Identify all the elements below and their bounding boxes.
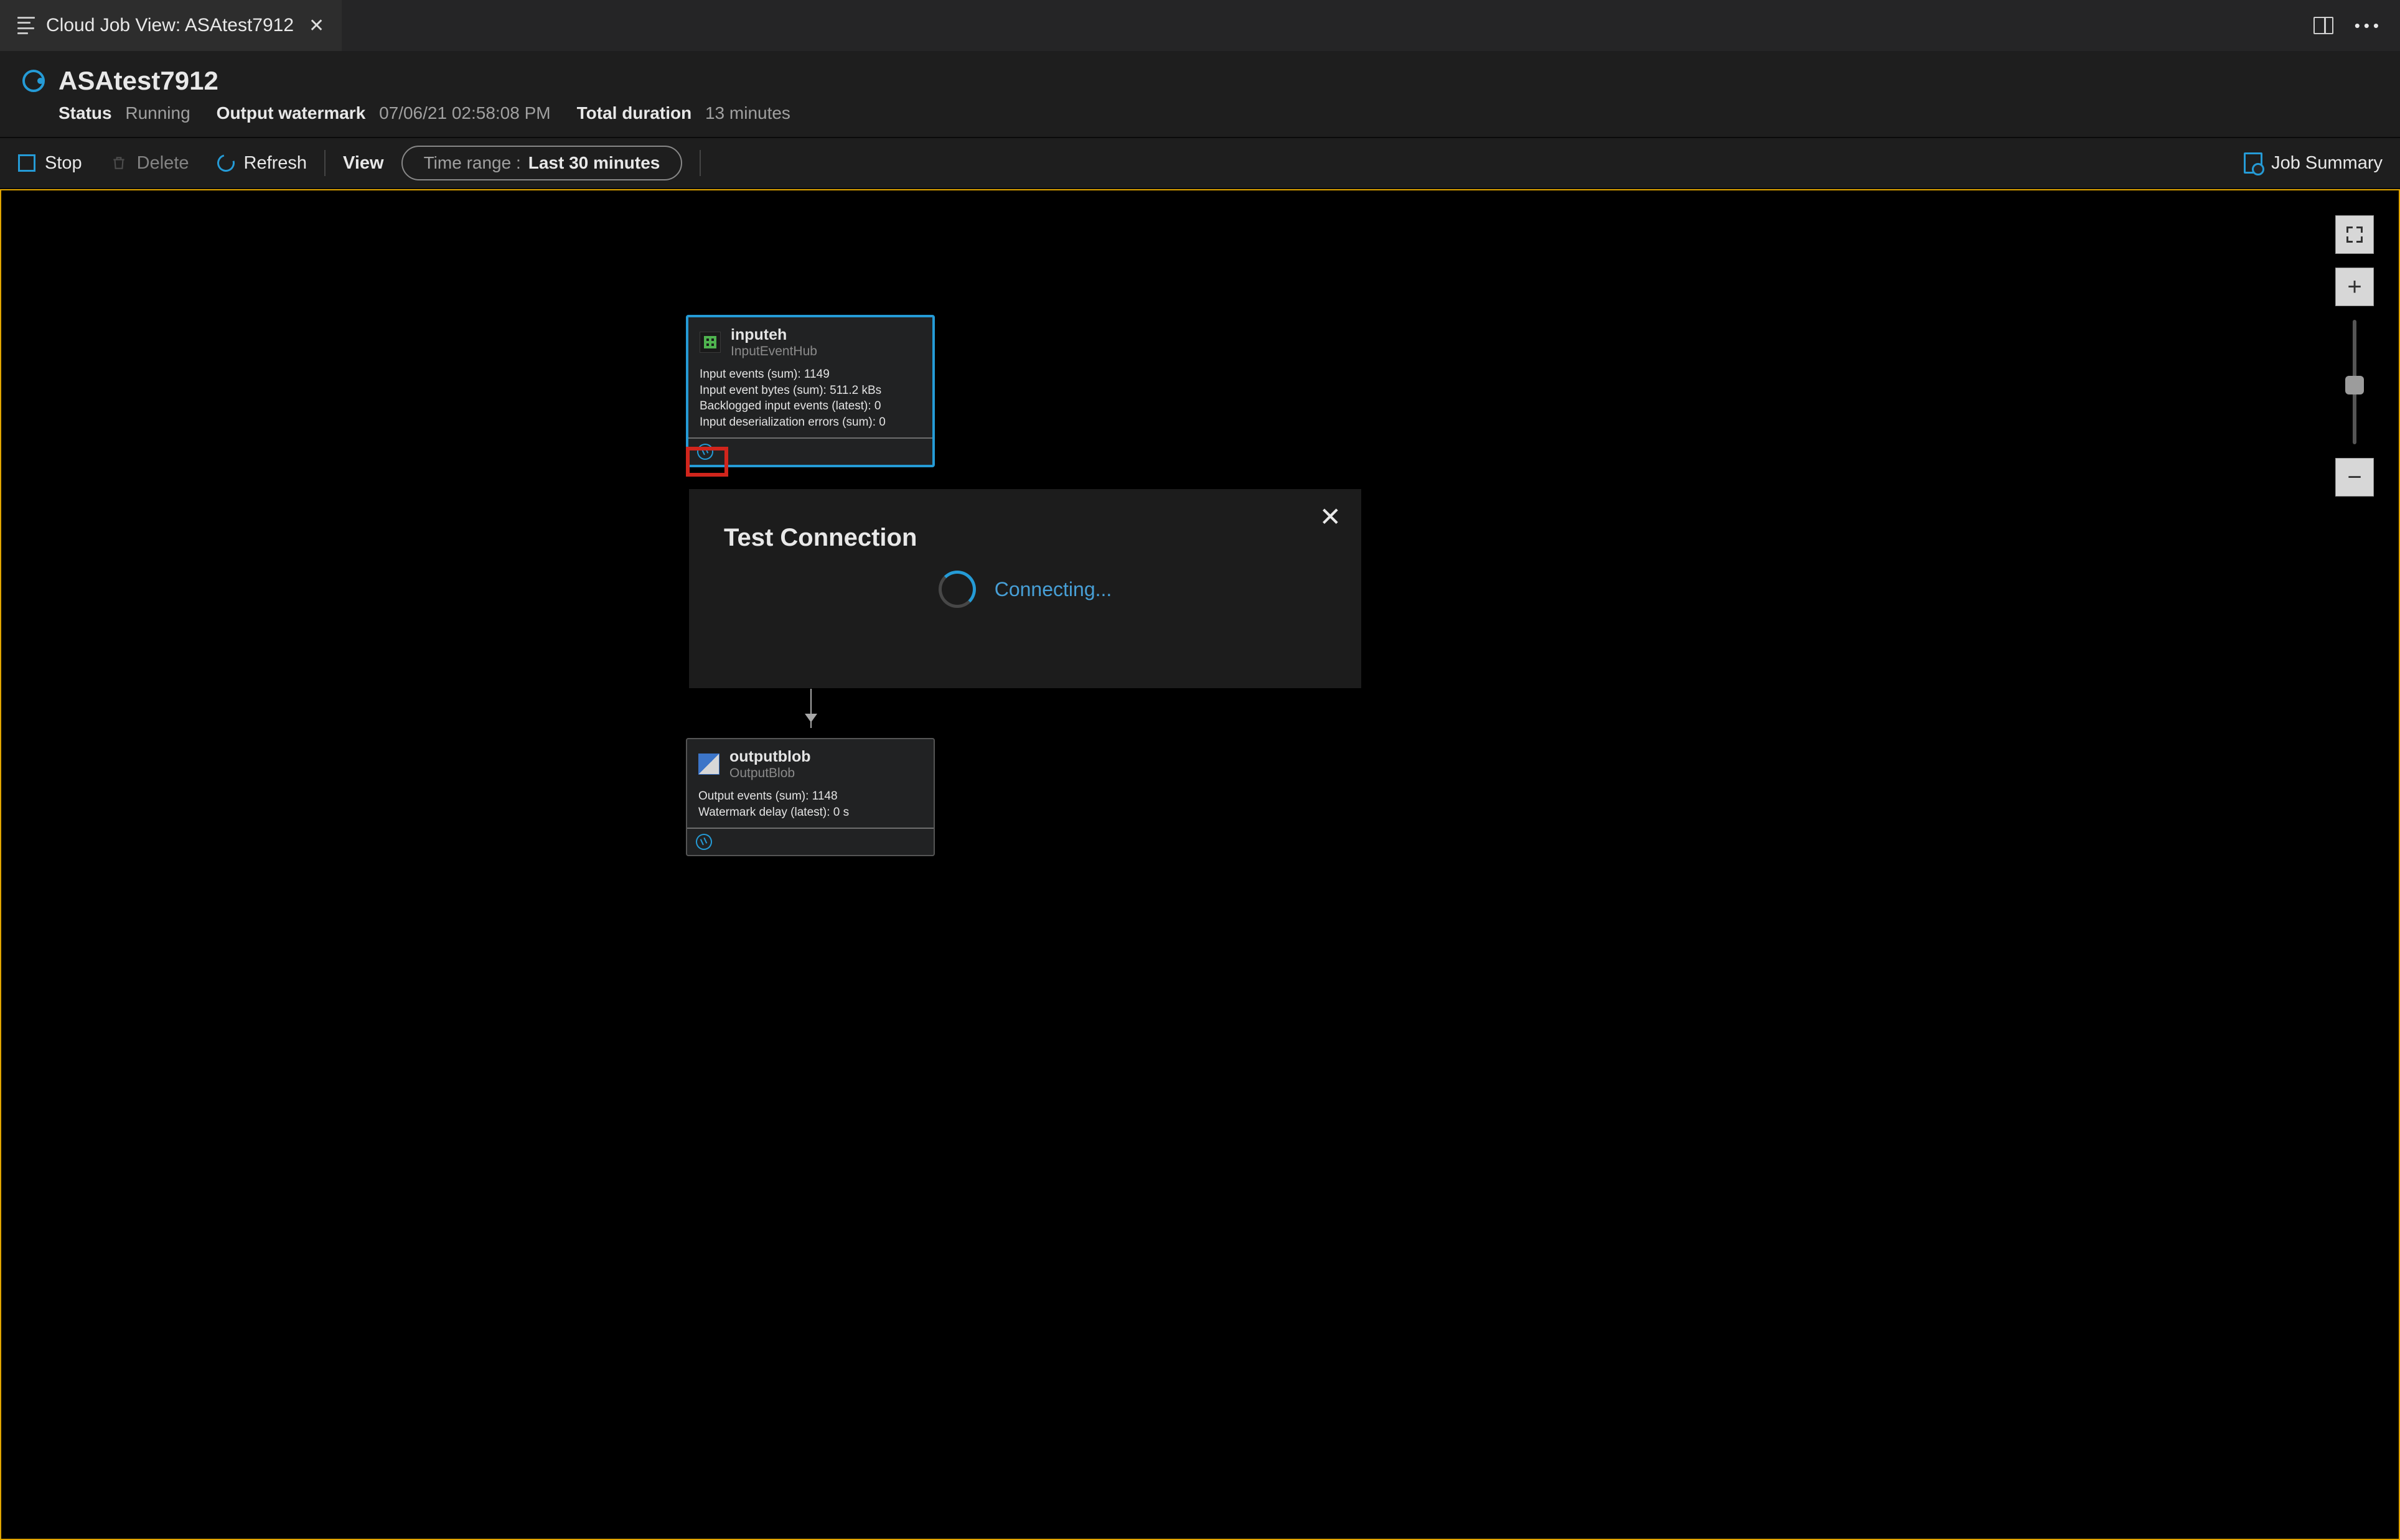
blob-icon bbox=[698, 754, 720, 775]
more-icon[interactable]: ••• bbox=[2355, 16, 2383, 35]
close-icon[interactable]: ✕ bbox=[1320, 504, 1341, 530]
dialog-title: Test Connection bbox=[689, 489, 1361, 558]
status-field: Status Running bbox=[59, 103, 190, 123]
output-node-metrics: Output events (sum): 1148 Watermark dela… bbox=[687, 786, 934, 828]
job-summary-button[interactable]: Job Summary bbox=[2244, 152, 2383, 174]
close-icon[interactable]: ✕ bbox=[309, 15, 324, 37]
delete-label: Delete bbox=[137, 153, 189, 174]
test-connection-dialog: ✕ Test Connection Connecting... bbox=[689, 489, 1361, 688]
input-node-type: InputEventHub bbox=[731, 344, 817, 359]
trash-icon bbox=[110, 154, 128, 172]
document-icon bbox=[17, 17, 35, 34]
duration-label: Total duration bbox=[577, 103, 692, 123]
refresh-label: Refresh bbox=[244, 153, 307, 174]
output-node[interactable]: outputblob OutputBlob Output events (sum… bbox=[686, 738, 935, 856]
test-connection-icon[interactable] bbox=[695, 441, 716, 463]
refresh-button[interactable]: Refresh bbox=[217, 153, 307, 174]
metric-row: Input event bytes (sum): 511.2 kBs bbox=[700, 383, 921, 399]
summary-icon bbox=[2244, 152, 2262, 174]
stop-label: Stop bbox=[45, 153, 82, 174]
split-editor-icon[interactable] bbox=[2313, 17, 2333, 34]
metric-row: Watermark delay (latest): 0 s bbox=[698, 805, 922, 821]
input-node-metrics: Input events (sum): 1149 Input event byt… bbox=[688, 364, 932, 438]
refresh-icon bbox=[217, 154, 235, 172]
fit-to-screen-button[interactable] bbox=[2335, 215, 2374, 254]
duration-field: Total duration 13 minutes bbox=[577, 103, 790, 123]
metric-row: Output events (sum): 1148 bbox=[698, 788, 922, 805]
fit-icon bbox=[2346, 226, 2363, 243]
job-name: ASAtest7912 bbox=[59, 66, 218, 96]
job-summary-label: Job Summary bbox=[2271, 153, 2383, 174]
watermark-label: Output watermark bbox=[217, 103, 366, 123]
stop-button[interactable]: Stop bbox=[17, 153, 82, 174]
zoom-in-button[interactable]: + bbox=[2335, 268, 2374, 306]
tab-bar: Cloud Job View: ASAtest7912 ✕ ••• bbox=[0, 0, 2400, 51]
zoom-slider[interactable] bbox=[2353, 320, 2356, 444]
input-node-footer bbox=[688, 437, 932, 465]
delete-button[interactable]: Delete bbox=[110, 153, 189, 174]
active-tab[interactable]: Cloud Job View: ASAtest7912 ✕ bbox=[0, 0, 342, 51]
time-range-label: Time range : bbox=[424, 153, 521, 173]
status-value: Running bbox=[125, 103, 190, 123]
separator bbox=[324, 150, 326, 176]
time-range-value: Last 30 minutes bbox=[528, 153, 660, 173]
watermark-field: Output watermark 07/06/21 02:58:08 PM bbox=[217, 103, 551, 123]
duration-value: 13 minutes bbox=[705, 103, 790, 123]
job-header: ASAtest7912 Status Running Output waterm… bbox=[0, 51, 2400, 138]
zoom-controls: + − bbox=[2335, 215, 2374, 497]
dialog-status: Connecting... bbox=[995, 578, 1112, 601]
zoom-slider-thumb[interactable] bbox=[2345, 376, 2364, 394]
flow-arrow bbox=[810, 688, 812, 728]
diagram-canvas[interactable]: inputeh InputEventHub Input events (sum)… bbox=[0, 189, 2400, 1540]
output-node-type: OutputBlob bbox=[729, 766, 811, 781]
metric-row: Backlogged input events (latest): 0 bbox=[700, 398, 921, 414]
input-node[interactable]: inputeh InputEventHub Input events (sum)… bbox=[686, 315, 935, 467]
toolbar: Stop Delete Refresh View Time range : La… bbox=[0, 138, 2400, 189]
time-range-dropdown[interactable]: Time range : Last 30 minutes bbox=[401, 146, 683, 180]
stop-icon bbox=[17, 154, 36, 172]
status-label: Status bbox=[59, 103, 112, 123]
watermark-value: 07/06/21 02:58:08 PM bbox=[379, 103, 551, 123]
view-label: View bbox=[343, 153, 384, 174]
zoom-out-button[interactable]: − bbox=[2335, 458, 2374, 497]
asa-logo-icon bbox=[22, 70, 45, 92]
metric-row: Input deserialization errors (sum): 0 bbox=[700, 414, 921, 431]
output-node-name: outputblob bbox=[729, 748, 811, 766]
separator bbox=[700, 150, 701, 176]
spinner-icon bbox=[939, 571, 976, 608]
test-connection-icon[interactable] bbox=[693, 831, 715, 853]
tab-title: Cloud Job View: ASAtest7912 bbox=[46, 15, 294, 36]
metric-row: Input events (sum): 1149 bbox=[700, 366, 921, 383]
eventhub-icon bbox=[700, 332, 721, 353]
view-button[interactable]: View bbox=[343, 153, 384, 174]
input-node-name: inputeh bbox=[731, 326, 817, 344]
output-node-footer bbox=[687, 828, 934, 855]
